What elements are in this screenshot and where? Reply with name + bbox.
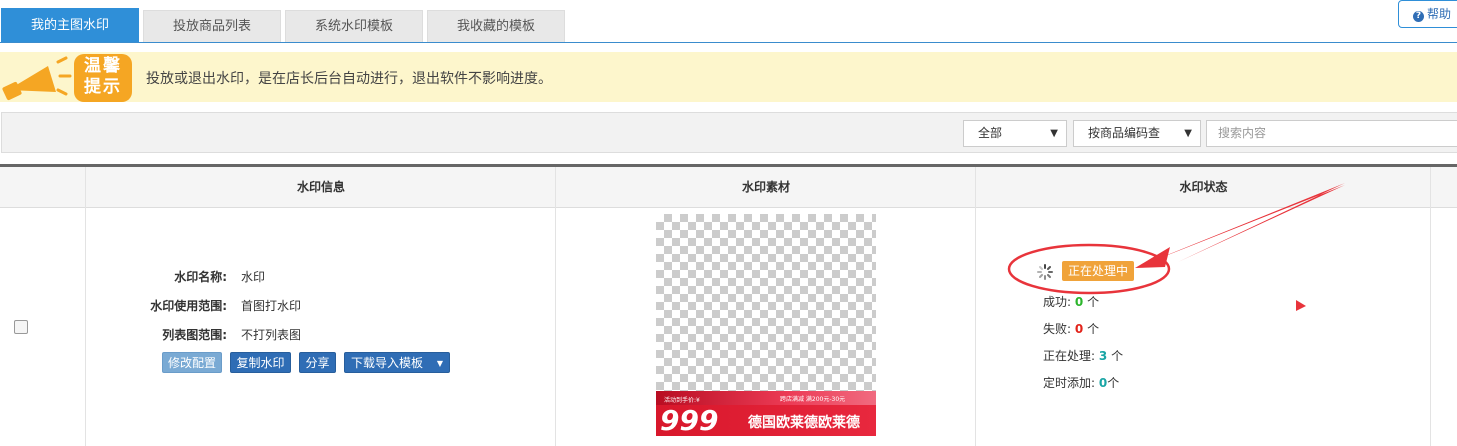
stat-success-unit: 个 bbox=[1087, 295, 1100, 309]
copy-watermark-button[interactable]: 复制水印 bbox=[230, 352, 291, 373]
banner-price: 999 bbox=[660, 404, 719, 436]
info-scope-label: 水印使用范围: bbox=[150, 299, 227, 313]
status-badge: 正在处理中 bbox=[1062, 261, 1135, 281]
help-label: 帮助 bbox=[1427, 7, 1452, 21]
notice-badge: 温馨提示 bbox=[84, 56, 122, 97]
help-button[interactable]: ? 帮助 bbox=[1398, 0, 1457, 28]
banner-product-name: 德国欧莱德欧莱德 bbox=[748, 415, 860, 431]
watermark-table: 水印信息 水印素材 水印状态 水印名称: 水印 水印使用范围: 首图打水印 列表… bbox=[0, 164, 1457, 446]
chevron-down-icon: ▼ bbox=[1050, 128, 1058, 139]
notice-text: 投放或退出水印，是在店长后台自动进行，退出软件不影响进度。 bbox=[146, 71, 552, 87]
scope-select[interactable]: 全部 ▼ bbox=[963, 120, 1067, 147]
info-name-value: 水印 bbox=[241, 270, 266, 284]
header-watermark-status: 水印状态 bbox=[1179, 180, 1228, 194]
stat-scheduled-unit: 个 bbox=[1107, 376, 1120, 390]
stat-scheduled-count: 0 bbox=[1098, 376, 1108, 390]
stat-processing-count: 3 bbox=[1098, 349, 1108, 363]
field-select[interactable]: 按商品编码查 ▼ bbox=[1073, 120, 1201, 147]
watermark-banner: 活动到手价:¥ 跨店满减 满200元-30元 999 德国欧莱德欧莱德 bbox=[656, 391, 876, 436]
banner-small-left: 活动到手价:¥ bbox=[664, 397, 700, 404]
chevron-down-icon: ▼ bbox=[1184, 128, 1192, 139]
field-select-value: 按商品编码查 bbox=[1088, 126, 1161, 140]
spinner-icon bbox=[1037, 264, 1053, 280]
table-header: 水印信息 水印素材 水印状态 bbox=[0, 167, 1457, 208]
caret-down-icon: ▼ bbox=[436, 359, 443, 368]
question-icon: ? bbox=[1413, 11, 1424, 22]
banner-small-right: 跨店满减 满200元-30元 bbox=[780, 396, 846, 403]
stat-scheduled: 定时添加: 0个 bbox=[1043, 374, 1119, 391]
stat-fail-count: 0 bbox=[1074, 322, 1084, 336]
filter-toolbar: 全部 ▼ 按商品编码查 ▼ 搜索内容 bbox=[1, 112, 1457, 153]
stat-processing-unit: 个 bbox=[1111, 349, 1124, 363]
tab-bar: 我的主图水印 投放商品列表 系统水印模板 我收藏的模板 bbox=[0, 8, 1457, 43]
stat-success-label: 成功: bbox=[1043, 295, 1072, 309]
row-checkbox[interactable] bbox=[14, 320, 28, 334]
column-divider bbox=[555, 167, 556, 446]
header-watermark-info: 水印信息 bbox=[296, 180, 345, 194]
edit-config-button[interactable]: 修改配置 bbox=[162, 352, 222, 373]
info-list-label: 列表图范围: bbox=[162, 328, 227, 342]
info-name-label: 水印名称: bbox=[174, 270, 227, 284]
tab-favorite-templates[interactable]: 我收藏的模板 bbox=[427, 10, 565, 42]
download-template-label: 下载导入模板 bbox=[351, 356, 424, 370]
stat-processing-label: 正在处理: bbox=[1043, 349, 1096, 363]
download-template-button[interactable]: 下载导入模板 ▼ bbox=[344, 352, 450, 373]
column-divider bbox=[1430, 167, 1431, 446]
notice-banner: 温馨提示 投放或退出水印，是在店长后台自动进行，退出软件不影响进度。 bbox=[0, 52, 1457, 102]
stat-scheduled-label: 定时添加: bbox=[1043, 376, 1096, 390]
stat-fail: 失败: 0 个 bbox=[1043, 320, 1099, 337]
info-scope-value: 首图打水印 bbox=[241, 299, 302, 313]
tab-system-templates[interactable]: 系统水印模板 bbox=[285, 10, 423, 42]
stat-fail-unit: 个 bbox=[1087, 322, 1100, 336]
share-button[interactable]: 分享 bbox=[299, 352, 336, 373]
tab-my-watermark[interactable]: 我的主图水印 bbox=[1, 8, 139, 42]
tab-product-list[interactable]: 投放商品列表 bbox=[143, 10, 281, 42]
header-watermark-material: 水印素材 bbox=[741, 180, 790, 194]
search-input[interactable]: 搜索内容 bbox=[1206, 120, 1457, 147]
stat-processing: 正在处理: 3 个 bbox=[1043, 347, 1123, 364]
column-divider bbox=[975, 167, 976, 446]
stat-success: 成功: 0 个 bbox=[1043, 293, 1099, 310]
info-list-value: 不打列表图 bbox=[241, 328, 302, 342]
stat-fail-label: 失败: bbox=[1043, 322, 1072, 336]
column-divider bbox=[85, 167, 86, 446]
scope-select-value: 全部 bbox=[978, 126, 1003, 140]
stat-success-count: 0 bbox=[1074, 295, 1084, 309]
